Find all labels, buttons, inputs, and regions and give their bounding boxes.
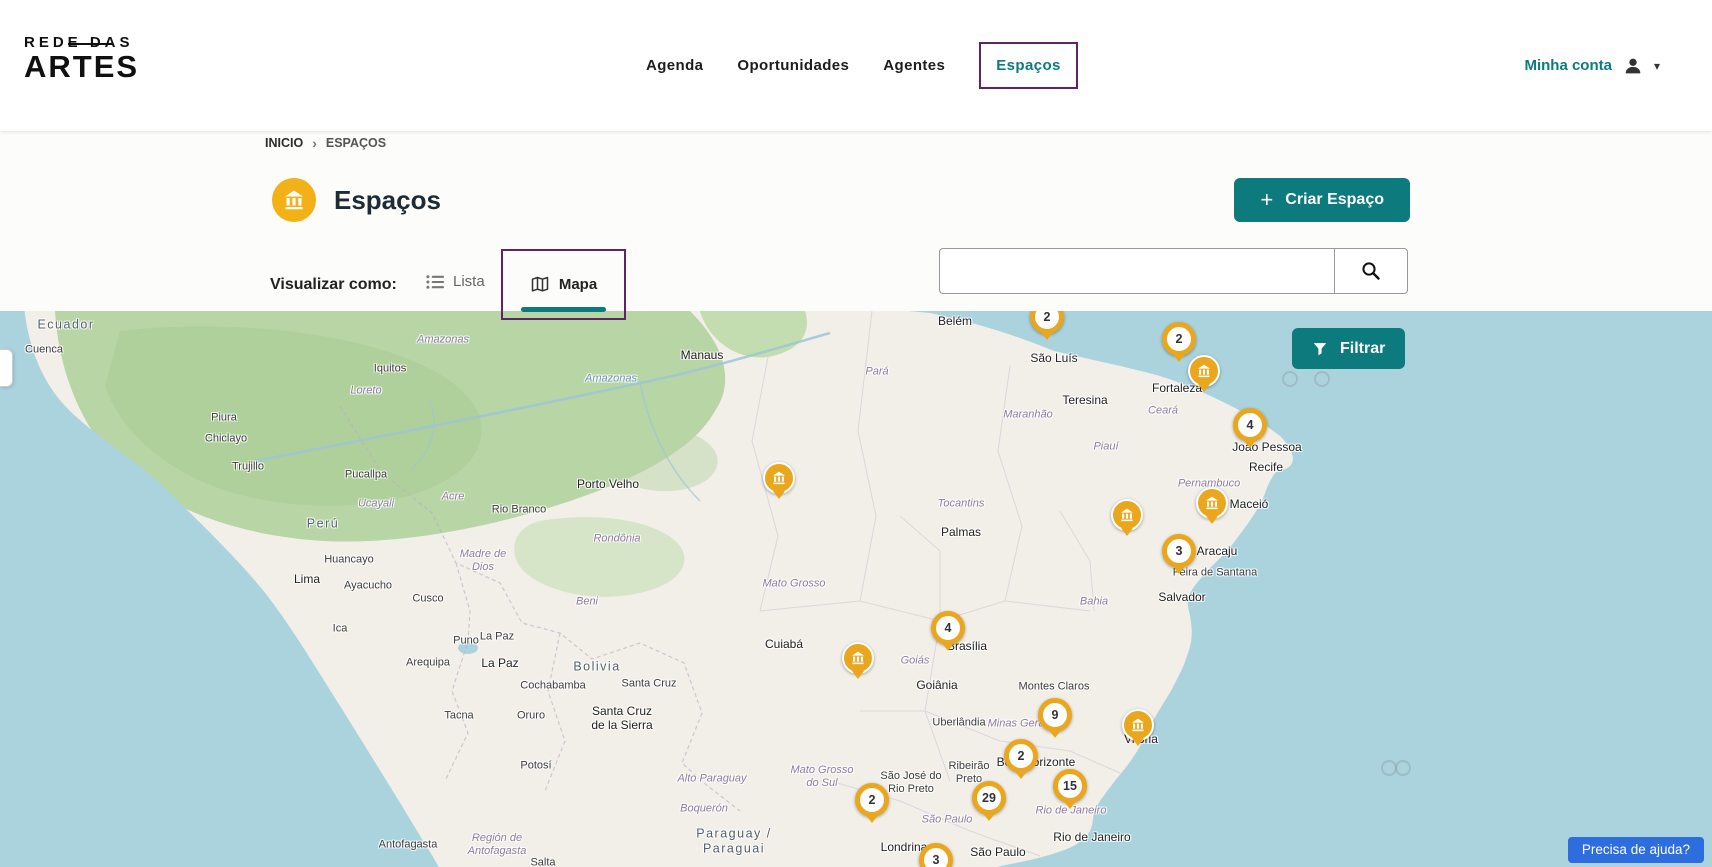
user-icon [1622, 55, 1644, 77]
content-strip: INICIO › ESPAÇOS Espaços + Criar Espaço … [0, 131, 1712, 311]
breadcrumb-espacos: ESPAÇOS [326, 136, 386, 150]
cluster-count: 4 [945, 621, 952, 635]
help-button[interactable]: Precisa de ajuda? [1568, 837, 1704, 863]
view-label: Visualizar como: [270, 276, 397, 294]
building-icon [850, 650, 866, 666]
map-pin-marker[interactable] [1196, 487, 1228, 519]
nav-agentes[interactable]: Agentes [883, 57, 945, 74]
header: REDE DAS ARTES Agenda Oportunidades Agente… [0, 0, 1712, 131]
building-icon [1196, 363, 1212, 379]
search-button[interactable] [1334, 248, 1408, 294]
map-cluster-marker[interactable]: 2 [1004, 739, 1038, 773]
map-pin-marker[interactable] [1188, 355, 1220, 387]
map-cluster-marker[interactable]: 2 [855, 783, 889, 817]
map-pin-marker[interactable] [1111, 499, 1143, 531]
map-cluster-marker[interactable]: 29 [972, 781, 1006, 815]
faded-cluster-circle [1314, 371, 1330, 387]
view-lista-label: Lista [453, 273, 485, 290]
map-cluster-marker[interactable]: 4 [1233, 408, 1267, 442]
building-icon [282, 188, 306, 212]
nav-oportunidades[interactable]: Oportunidades [737, 57, 849, 74]
map-cluster-marker[interactable]: 2 [1162, 322, 1196, 356]
cluster-count: 2 [869, 793, 876, 807]
building-icon [1204, 495, 1220, 511]
cluster-count: 4 [1247, 418, 1254, 432]
building-icon [1130, 717, 1146, 733]
map-cluster-marker[interactable]: 9 [1038, 698, 1072, 732]
map-cluster-marker[interactable]: 3 [1162, 534, 1196, 568]
faded-cluster-circle [1282, 371, 1298, 387]
filtrar-button[interactable]: Filtrar [1292, 328, 1405, 369]
search-input[interactable] [939, 248, 1334, 294]
faded-cluster-circle [1395, 760, 1411, 776]
view-lista-tab[interactable]: Lista [426, 273, 485, 290]
account-label: Minha conta [1524, 57, 1612, 74]
map[interactable]: EcuadorCuencaIquitosLoretoAmazonasAmazon… [0, 311, 1712, 867]
map-side-handle[interactable] [0, 349, 13, 387]
search-icon [1360, 260, 1382, 282]
criar-espaco-button[interactable]: + Criar Espaço [1234, 178, 1410, 222]
breadcrumb: INICIO › ESPAÇOS [265, 135, 386, 151]
cluster-count: 2 [1018, 749, 1025, 763]
map-cluster-marker[interactable]: 4 [931, 611, 965, 645]
logo[interactable]: REDE DAS ARTES [24, 34, 139, 82]
logo-line2: ARTES [24, 51, 139, 82]
map-icon [530, 275, 550, 295]
view-mapa-label: Mapa [559, 276, 597, 293]
map-cluster-marker[interactable]: 3 [919, 843, 953, 867]
map-cluster-marker[interactable]: 15 [1053, 769, 1087, 803]
page-title: Espaços [334, 185, 441, 216]
building-icon [1119, 507, 1135, 523]
search [939, 248, 1408, 294]
cluster-count: 15 [1063, 779, 1077, 793]
map-cluster-marker[interactable]: 2 [1030, 311, 1064, 334]
map-pin-marker[interactable] [763, 462, 795, 494]
map-pin-marker[interactable] [842, 642, 874, 674]
chevron-right-icon: › [312, 135, 317, 151]
cluster-count: 3 [933, 853, 940, 867]
active-tab-indicator [521, 307, 606, 312]
filtrar-label: Filtrar [1340, 340, 1385, 358]
account-menu[interactable]: Minha conta ▾ [1524, 0, 1660, 131]
plus-icon: + [1260, 189, 1273, 211]
nav-espaços[interactable]: Espaços [979, 42, 1078, 89]
map-markers-layer: 2 2 4 3 4 9 2 15 29 2 3 [0, 311, 1712, 867]
filter-icon [1312, 341, 1328, 356]
map-pin-marker[interactable] [1122, 709, 1154, 741]
logo-line1: REDE DAS [24, 34, 139, 51]
view-mapa-tab[interactable]: Mapa [501, 249, 626, 320]
cluster-count: 3 [1176, 544, 1183, 558]
nav-agenda[interactable]: Agenda [646, 57, 703, 74]
espacos-icon [272, 178, 316, 222]
cluster-count: 29 [982, 791, 996, 805]
page: REDE DAS ARTES Agenda Oportunidades Agente… [0, 0, 1712, 867]
breadcrumb-inicio[interactable]: INICIO [265, 136, 303, 150]
cluster-count: 2 [1176, 332, 1183, 346]
title-row: Espaços + Criar Espaço [272, 178, 1410, 222]
building-icon [771, 470, 787, 486]
main-nav: Agenda Oportunidades Agentes Espaços [646, 0, 1078, 131]
cluster-count: 9 [1052, 708, 1059, 722]
chevron-down-icon[interactable]: ▾ [1654, 59, 1660, 73]
list-icon [426, 274, 445, 290]
cluster-count: 2 [1044, 311, 1051, 324]
criar-espaco-label: Criar Espaço [1285, 191, 1384, 209]
